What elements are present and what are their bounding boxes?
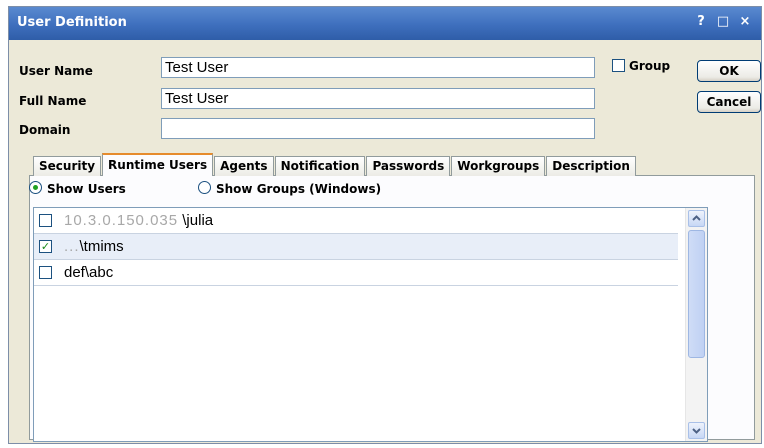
- scroll-up-arrow-icon[interactable]: [688, 210, 705, 227]
- redacted-host-text: 10.3.0.150.035: [64, 212, 179, 229]
- tab-notification[interactable]: Notification: [274, 156, 366, 176]
- title-bar-controls: ? □ ×: [693, 14, 753, 29]
- group-checkbox[interactable]: [612, 59, 625, 72]
- user-name-label: User Name: [19, 64, 93, 78]
- full-name-label: Full Name: [19, 94, 87, 108]
- list-item-label: def\abc: [64, 264, 113, 281]
- row-checkbox-checked[interactable]: ✓: [39, 240, 52, 253]
- show-users-radio[interactable]: [29, 181, 42, 194]
- show-groups-radio[interactable]: [198, 181, 211, 194]
- domain-label: Domain: [19, 123, 71, 137]
- list-item-label: ...\tmims: [64, 238, 124, 255]
- cancel-button[interactable]: Cancel: [697, 91, 761, 113]
- list-item[interactable]: def\abc: [34, 260, 678, 286]
- tab-passwords[interactable]: Passwords: [366, 156, 451, 176]
- full-name-input[interactable]: Test User: [161, 88, 595, 109]
- tab-runtime-users[interactable]: Runtime Users: [102, 153, 214, 176]
- list-item[interactable]: ✓ ...\tmims: [34, 234, 678, 260]
- scroll-down-arrow-icon[interactable]: [688, 422, 705, 439]
- row-checkbox[interactable]: [39, 266, 52, 279]
- list-item-name: \julia: [182, 212, 214, 229]
- scroll-thumb[interactable]: [688, 230, 705, 358]
- help-icon[interactable]: ?: [693, 14, 709, 29]
- show-users-label: Show Users: [47, 182, 126, 196]
- tab-security[interactable]: Security: [33, 156, 102, 176]
- list-item[interactable]: 10.3.0.150.035 \julia: [34, 208, 678, 234]
- list-item-label: 10.3.0.150.035 \julia: [64, 212, 213, 229]
- ok-button[interactable]: OK: [697, 60, 761, 82]
- runtime-users-list: 10.3.0.150.035 \julia ✓ ...\tmims def\ab…: [33, 207, 708, 442]
- list-item-name: \tmims: [79, 238, 124, 255]
- tab-workgroups[interactable]: Workgroups: [451, 156, 546, 176]
- user-name-input[interactable]: Test User: [161, 57, 595, 78]
- row-checkbox[interactable]: [39, 214, 52, 227]
- dialog-title: User Definition: [17, 15, 127, 30]
- close-icon[interactable]: ×: [737, 14, 753, 29]
- list-item-name: def\abc: [64, 264, 114, 281]
- group-label: Group: [629, 59, 671, 73]
- domain-input[interactable]: [161, 118, 595, 139]
- redacted-host-text: ...: [64, 238, 80, 255]
- vertical-scrollbar[interactable]: [685, 208, 707, 441]
- maximize-icon[interactable]: □: [715, 14, 731, 29]
- user-definition-dialog: User Definition ? □ × User Name Test Use…: [8, 6, 762, 444]
- title-bar[interactable]: User Definition ? □ ×: [9, 7, 761, 40]
- show-groups-label: Show Groups (Windows): [216, 182, 382, 196]
- tab-agents[interactable]: Agents: [214, 156, 274, 176]
- tab-strip: Security Runtime Users Agents Notificati…: [33, 153, 637, 176]
- tab-description[interactable]: Description: [546, 156, 636, 176]
